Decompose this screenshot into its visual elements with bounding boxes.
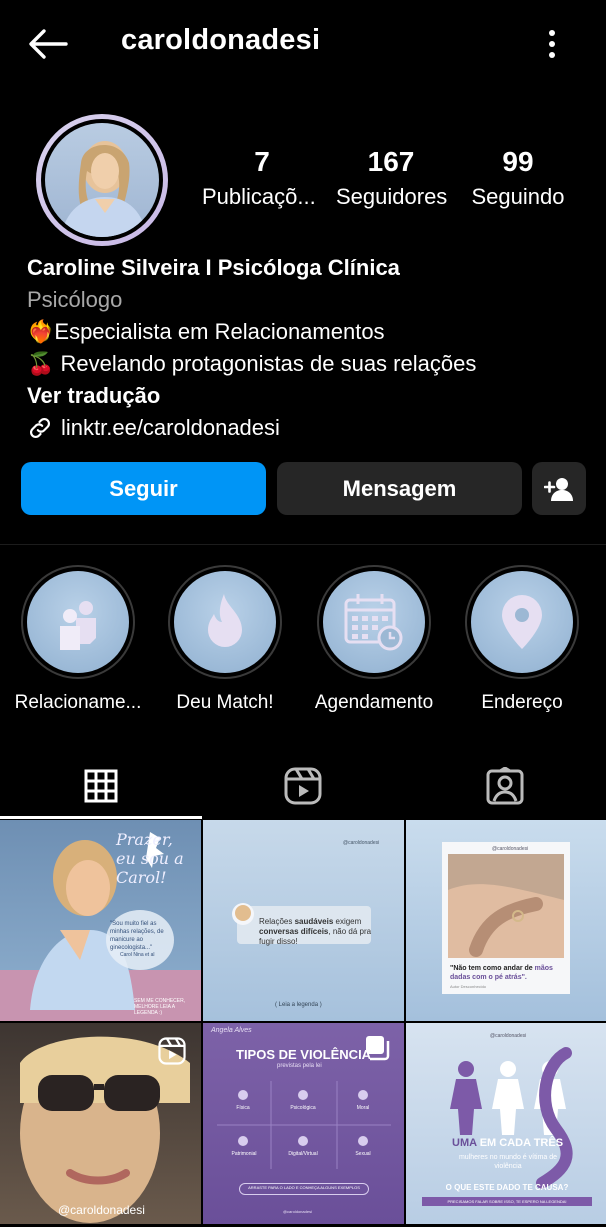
stat-followers[interactable]: 167 Seguidores — [336, 146, 448, 210]
violence-type: Psicológica — [290, 1105, 316, 1111]
violence-type: Moral — [356, 1105, 370, 1111]
post-1-author: Carol Nina et al — [120, 952, 155, 958]
more-vertical-icon[interactable] — [540, 26, 564, 62]
highlight-label: Relacioname... — [14, 692, 142, 713]
post-3-author: Autor Desconhecido — [450, 984, 487, 989]
stat-following[interactable]: 99 Seguindo — [470, 146, 566, 210]
post-4-handle: @caroldonadesi — [58, 1203, 145, 1217]
violence-type: Sexual — [355, 1151, 371, 1157]
divider — [0, 544, 606, 545]
avatar-photo — [45, 123, 159, 237]
post-2-cta: ( Leia a legenda ) — [275, 1002, 322, 1008]
post-2-text: Relações saudáveis exigem conversas difí… — [259, 917, 372, 946]
followers-count: 167 — [367, 146, 415, 177]
highlight-label: Endereço — [481, 692, 563, 713]
top-bar: caroldonadesi — [0, 0, 606, 88]
post-thumbnail[interactable]: Prazer, eu sou a Carol! "Sou muito fiel … — [0, 820, 201, 1021]
highlight-label: Agendamento — [314, 692, 434, 713]
post-6-cta: PRECISAMOS FALAR SOBRE ISSO, TE ESPERO N… — [422, 1197, 592, 1206]
calendar-icon — [344, 594, 403, 651]
tab-tagged[interactable] — [404, 752, 606, 820]
post-6-sub: mulheres no mundo é vítima de violência — [458, 1154, 558, 1170]
post-1-quote: "Sou muito fiel as minhas relações, de m… — [110, 921, 164, 951]
external-link[interactable]: linktr.ee/caroldonadesi — [27, 412, 587, 444]
profile-bio: Caroline Silveira I Psicóloga Clínica Ps… — [27, 252, 587, 444]
follow-button[interactable]: Seguir — [21, 462, 266, 515]
violence-type: Física — [236, 1105, 250, 1111]
post-1-title: Prazer, eu sou a Carol! — [116, 830, 184, 887]
location-pin-icon — [502, 595, 542, 649]
translate-link[interactable]: Ver tradução — [27, 380, 587, 412]
post-thumbnail[interactable]: @caroldonadesi Relações saudáveis exigem… — [203, 820, 404, 1021]
post-5-handle: @caroldonadesi — [283, 1209, 312, 1214]
display-name: Caroline Silveira I Psicóloga Clínica — [27, 255, 400, 280]
link-icon — [30, 418, 50, 438]
tagged-icon — [486, 767, 524, 805]
stat-posts[interactable]: 7 Publicaçõ... — [202, 146, 316, 210]
posts-label: Publicaçõ... — [202, 184, 316, 209]
category-label: Psicólogo — [27, 287, 123, 312]
grid-icon — [84, 769, 118, 803]
people-icon — [60, 601, 96, 650]
post-6-headline: UMA EM CADA TRÊS — [452, 1137, 564, 1149]
external-link-text: linktr.ee/caroldonadesi — [61, 415, 280, 440]
post-3-quote: "Não tem como andar de mãos dadas com o … — [450, 965, 553, 981]
reels-badge-icon — [158, 1037, 186, 1070]
following-count: 99 — [502, 146, 534, 177]
arrow-left-icon[interactable] — [26, 26, 70, 62]
post-6-question: O QUE ESTE DADO TE CAUSA? — [445, 1183, 569, 1192]
bio-line-2: 🍒 Revelando protagonistas de suas relaçõ… — [27, 351, 477, 376]
suggest-accounts-button[interactable] — [532, 462, 586, 515]
followers-label: Seguidores — [336, 184, 448, 209]
flame-icon — [208, 594, 242, 647]
tab-grid[interactable] — [0, 752, 202, 820]
reels-icon — [284, 767, 322, 805]
post-thumbnail[interactable]: Angela Alves TIPOS DE VIOLÊNCIA prevista… — [203, 1023, 404, 1224]
post-thumbnail[interactable]: @caroldonadesi UMA EM CADA TRÊS mulheres… — [406, 1023, 606, 1224]
post-thumbnail[interactable]: @caroldonadesi — [0, 1023, 201, 1224]
violence-type: Digital/Virtual — [288, 1151, 318, 1157]
posts-count: 7 — [254, 146, 270, 177]
message-button[interactable]: Mensagem — [277, 462, 522, 515]
add-person-icon — [544, 477, 573, 501]
highlight-relacionamentos[interactable]: Relacioname... — [13, 565, 143, 714]
highlight-endereco[interactable]: Endereço — [457, 565, 587, 714]
tab-reels[interactable] — [202, 752, 404, 820]
highlight-label: Deu Match! — [176, 692, 274, 713]
active-tab-indicator — [0, 816, 202, 819]
post-5-cta: ARRASTE PARA O LADO E CONHEÇA ALGUNS EXE… — [248, 1185, 360, 1190]
post-thumbnail[interactable]: @caroldonadesi "Não tem como andar de mã… — [406, 820, 606, 1021]
violence-type: Patrimonial — [231, 1151, 257, 1157]
highlight-deu-match[interactable]: Deu Match! — [160, 565, 290, 714]
avatar[interactable] — [36, 114, 168, 246]
following-label: Seguindo — [471, 184, 565, 209]
post-1-cta: SEM ME CONHECER, MELHORE LEIA A LEGENDA … — [134, 998, 186, 1016]
profile-username: caroldonadesi — [121, 24, 321, 56]
bio-line-1: ❤️‍🔥Especialista em Relacionamentos — [27, 319, 385, 344]
highlight-agendamento[interactable]: Agendamento — [309, 565, 439, 714]
